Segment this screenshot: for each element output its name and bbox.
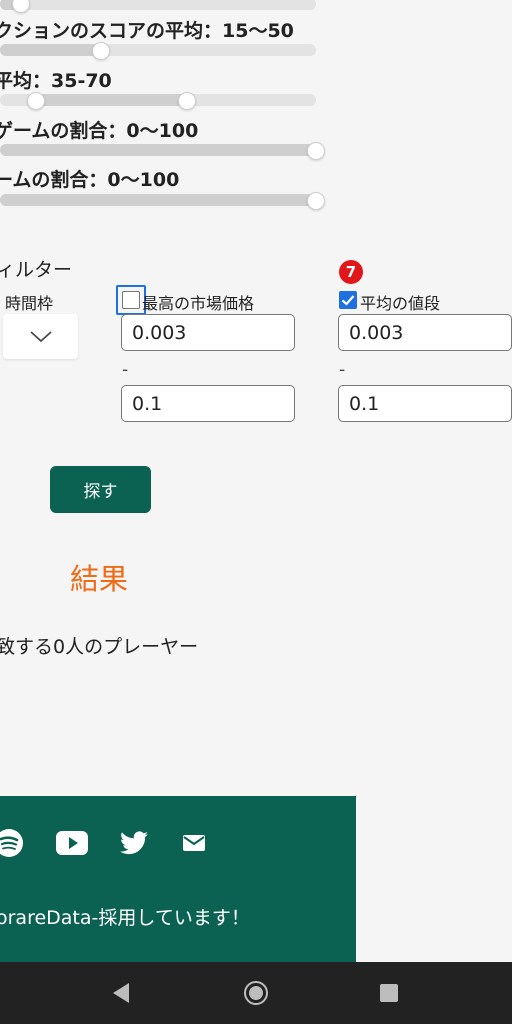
slider-handle-max[interactable]: [307, 192, 325, 210]
slider-fill: [0, 144, 316, 156]
footer-text: orareData-採用しています！: [0, 907, 250, 929]
youtube-icon[interactable]: [56, 831, 88, 855]
avg-value-label: 平均の値段: [360, 294, 441, 313]
notification-badge: 7: [339, 260, 363, 284]
slider-track-game-ratio-2[interactable]: [0, 194, 316, 206]
back-icon[interactable]: [111, 982, 131, 1004]
slider-label-game-ratio-2: ームの割合：0〜100: [0, 169, 180, 191]
slider-label-game-ratio-1: ゲームの割合：0〜100: [0, 120, 199, 142]
mail-icon[interactable]: [183, 835, 205, 851]
max-price-label: 最高の市場価格: [142, 294, 255, 313]
slider-handle-max[interactable]: [92, 42, 110, 60]
slider-track-top[interactable]: [0, 0, 316, 10]
avg-value-checkbox[interactable]: [339, 291, 357, 309]
max-price-min-input[interactable]: [121, 314, 295, 351]
slider-fill: [0, 194, 316, 206]
slider-handle-max[interactable]: [178, 92, 196, 110]
checkmark-icon: [341, 295, 355, 306]
system-nav-bar: [0, 962, 512, 1024]
search-button[interactable]: 探す: [50, 466, 151, 513]
home-icon[interactable]: [243, 980, 269, 1006]
slider-handle-min[interactable]: [27, 92, 45, 110]
slider-label-action-score: クションのスコアの平均：15〜50: [0, 20, 294, 42]
slider-track-average[interactable]: [0, 94, 316, 106]
slider-track-game-ratio-1[interactable]: [0, 144, 316, 156]
slider-fill: [34, 94, 186, 106]
slider-fill: [0, 44, 100, 56]
avg-value-min-input[interactable]: [338, 314, 512, 351]
max-price-max-input[interactable]: [121, 385, 295, 422]
slider-track-action-score[interactable]: [0, 44, 316, 56]
results-title: 結果: [70, 562, 129, 596]
recents-icon[interactable]: [379, 983, 399, 1003]
slider-handle[interactable]: [12, 0, 30, 13]
chevron-down-icon: [30, 331, 52, 343]
results-count: 致する0人のプレーヤー: [0, 636, 199, 658]
timeframe-dropdown[interactable]: [3, 314, 78, 359]
checkbox-box: [122, 291, 140, 309]
slider-label-average: 平均：35-70: [0, 70, 112, 92]
footer: [0, 796, 356, 966]
timeframe-label: 時間枠: [5, 294, 54, 313]
range-dash: -: [122, 360, 129, 380]
spotify-icon[interactable]: [0, 828, 24, 858]
avg-value-max-input[interactable]: [338, 385, 512, 422]
filter-title: ィルター: [0, 259, 73, 281]
range-dash: -: [339, 360, 346, 380]
twitter-icon[interactable]: [120, 831, 148, 855]
slider-handle-max[interactable]: [307, 142, 325, 160]
